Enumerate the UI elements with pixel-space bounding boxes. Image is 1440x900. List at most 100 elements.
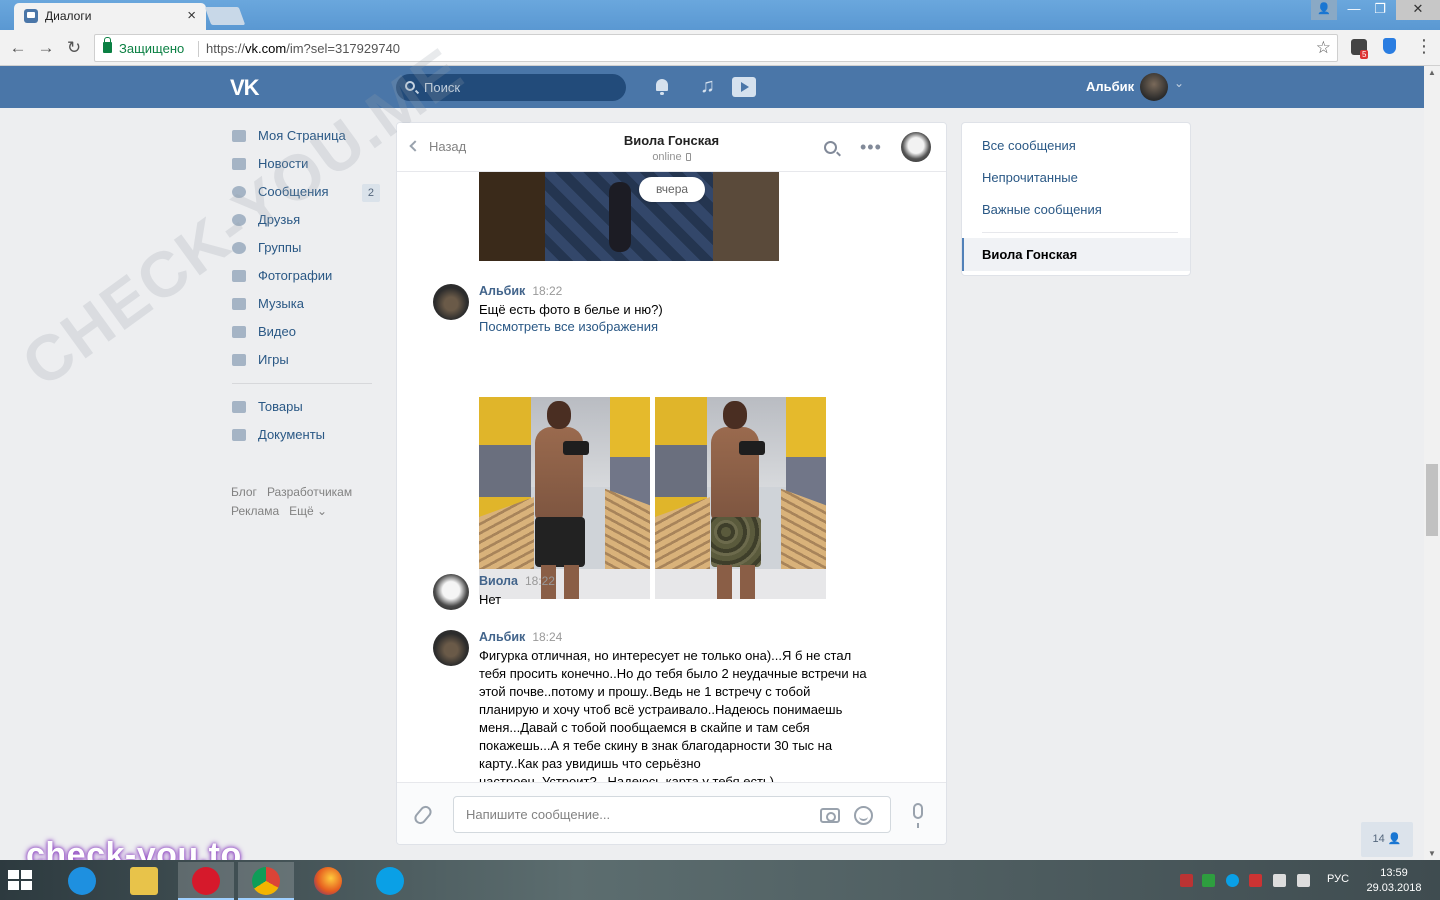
tray-volume-icon[interactable] [1297, 874, 1310, 887]
peer-avatar[interactable] [901, 132, 931, 162]
nav-item-games[interactable]: Игры [230, 346, 380, 374]
message-text: Ещё есть фото в белье и ню?) [479, 302, 663, 317]
shield-extension-icon[interactable] [1383, 38, 1396, 54]
photo-phone [739, 441, 765, 455]
filter-important[interactable]: Важные сообщения [982, 202, 1102, 217]
bookmark-star-icon[interactable]: ☆ [1316, 38, 1331, 58]
browser-menu-icon[interactable]: ⋮ [1415, 37, 1433, 55]
nav-label: Моя Страница [258, 128, 346, 143]
scroll-down-arrow-icon[interactable]: ▼ [1428, 849, 1436, 858]
nav-label: Друзья [258, 212, 301, 227]
taskbar-clock[interactable]: 13:59 29.03.2018 [1366, 866, 1422, 896]
photo-attachment[interactable] [479, 397, 650, 599]
footer-link-more[interactable]: Ещё ⌄ [289, 504, 327, 518]
more-icon[interactable]: ••• [860, 137, 882, 158]
footer-link-blog[interactable]: Блог [231, 485, 257, 499]
nav-item-my-page[interactable]: Моя Страница [230, 122, 380, 150]
message-time: 18:22 [524, 574, 555, 588]
search-input[interactable]: Поиск [396, 74, 626, 101]
browser-tab[interactable]: Диалоги × [14, 3, 206, 30]
profile-icon[interactable]: 👤 [1311, 0, 1337, 20]
microphone-icon[interactable] [913, 803, 923, 828]
message-input[interactable]: Напишите сообщение... [453, 796, 891, 833]
online-friends-button[interactable]: 14 👤 [1361, 822, 1413, 857]
close-tab-icon[interactable]: × [187, 7, 196, 24]
tray-app-icon[interactable] [1202, 874, 1215, 887]
taskbar-firefox[interactable] [300, 862, 356, 900]
nav-item-friends[interactable]: Друзья [230, 206, 380, 234]
notifications-bell-icon[interactable] [654, 78, 670, 95]
nav-label: Товары [258, 399, 303, 414]
browser-titlebar: Диалоги × 👤 — ❐ ✕ [0, 0, 1440, 30]
filter-unread[interactable]: Непрочитанные [982, 170, 1078, 185]
taskbar-opera[interactable] [178, 862, 234, 900]
message-author[interactable]: Альбик 18:22 [479, 284, 562, 298]
nav-item-video[interactable]: Видео [230, 318, 380, 346]
scrollbar-thumb[interactable] [1426, 464, 1438, 536]
music-note-icon[interactable]: ♫ [700, 75, 715, 98]
reload-icon[interactable]: ↻ [64, 38, 84, 58]
vk-logo[interactable]: VK [230, 75, 260, 101]
search-icon[interactable] [824, 141, 837, 154]
taskbar-explorer[interactable] [116, 862, 172, 900]
footer-link-dev[interactable]: Разработчикам [267, 485, 352, 499]
active-conversation[interactable]: Виола Гонская [962, 238, 1190, 271]
photo-attachment[interactable] [655, 397, 826, 599]
message-author[interactable]: Альбик 18:24 [479, 630, 562, 644]
camera-icon[interactable] [820, 808, 840, 823]
filter-all-messages[interactable]: Все сообщения [982, 138, 1076, 153]
restore-button[interactable]: ❐ [1366, 0, 1394, 20]
url-host: vk.com [245, 41, 287, 56]
avatar[interactable] [433, 574, 469, 610]
start-tile [21, 870, 32, 879]
avatar[interactable] [433, 284, 469, 320]
new-tab-button[interactable] [204, 7, 246, 25]
home-icon [232, 130, 246, 142]
minimize-button[interactable]: — [1340, 0, 1368, 20]
photo-person-head [723, 401, 747, 429]
nav-item-music[interactable]: Музыка [230, 290, 380, 318]
header-user-name[interactable]: Альбик [1086, 79, 1134, 94]
online-count: 14 [1372, 833, 1385, 845]
taskbar-chrome[interactable] [238, 862, 294, 900]
tray-app-icon[interactable] [1249, 874, 1262, 887]
forward-arrow-icon[interactable]: → [36, 38, 56, 58]
nav-item-documents[interactable]: Документы [230, 421, 380, 449]
close-window-button[interactable]: ✕ [1396, 0, 1440, 20]
video-play-icon[interactable] [732, 77, 756, 97]
nav-item-groups[interactable]: Группы [230, 234, 380, 262]
nav-label: Игры [258, 352, 289, 367]
chevron-down-icon[interactable]: ⌄ [1174, 76, 1184, 90]
nav-item-messages[interactable]: Сообщения 2 [230, 178, 380, 206]
messages-icon [232, 186, 246, 198]
tray-skype-icon[interactable] [1226, 874, 1239, 887]
url-text[interactable]: https://vk.com/im?sel=317929740 [206, 41, 400, 56]
footer-link-ads[interactable]: Реклама [231, 504, 279, 518]
windows-start-icon[interactable] [8, 870, 34, 892]
view-all-images-link[interactable]: Посмотреть все изображения [479, 319, 658, 334]
address-bar[interactable]: Защищено https://vk.com/im?sel=317929740… [94, 34, 1338, 62]
back-arrow-icon[interactable]: ← [8, 38, 28, 58]
photo-attachment[interactable] [479, 172, 779, 261]
nav-item-photos[interactable]: Фотографии [230, 262, 380, 290]
nav-label: Фотографии [258, 268, 333, 283]
scroll-up-arrow-icon[interactable]: ▲ [1428, 68, 1436, 77]
page-scrollbar[interactable]: ▲ ▼ [1424, 66, 1440, 860]
clock-time: 13:59 [1380, 867, 1408, 879]
input-language[interactable]: РУС [1327, 873, 1349, 885]
nav-item-goods[interactable]: Товары [230, 393, 380, 421]
nav-item-news[interactable]: Новости [230, 150, 380, 178]
header-avatar[interactable] [1140, 73, 1168, 101]
menu-divider [982, 232, 1178, 233]
message-time: 18:24 [532, 630, 563, 644]
taskbar-skype[interactable] [362, 862, 418, 900]
tray-app-icon[interactable] [1180, 874, 1193, 887]
news-icon [232, 158, 246, 170]
avatar[interactable] [433, 630, 469, 666]
extension-badge: 5 [1360, 50, 1369, 59]
message-author[interactable]: Виола 18:22 [479, 574, 555, 588]
taskbar-ie[interactable] [54, 862, 110, 900]
tray-network-icon[interactable] [1273, 874, 1286, 887]
emoji-icon[interactable] [854, 806, 873, 825]
attach-paperclip-icon[interactable] [411, 803, 435, 827]
